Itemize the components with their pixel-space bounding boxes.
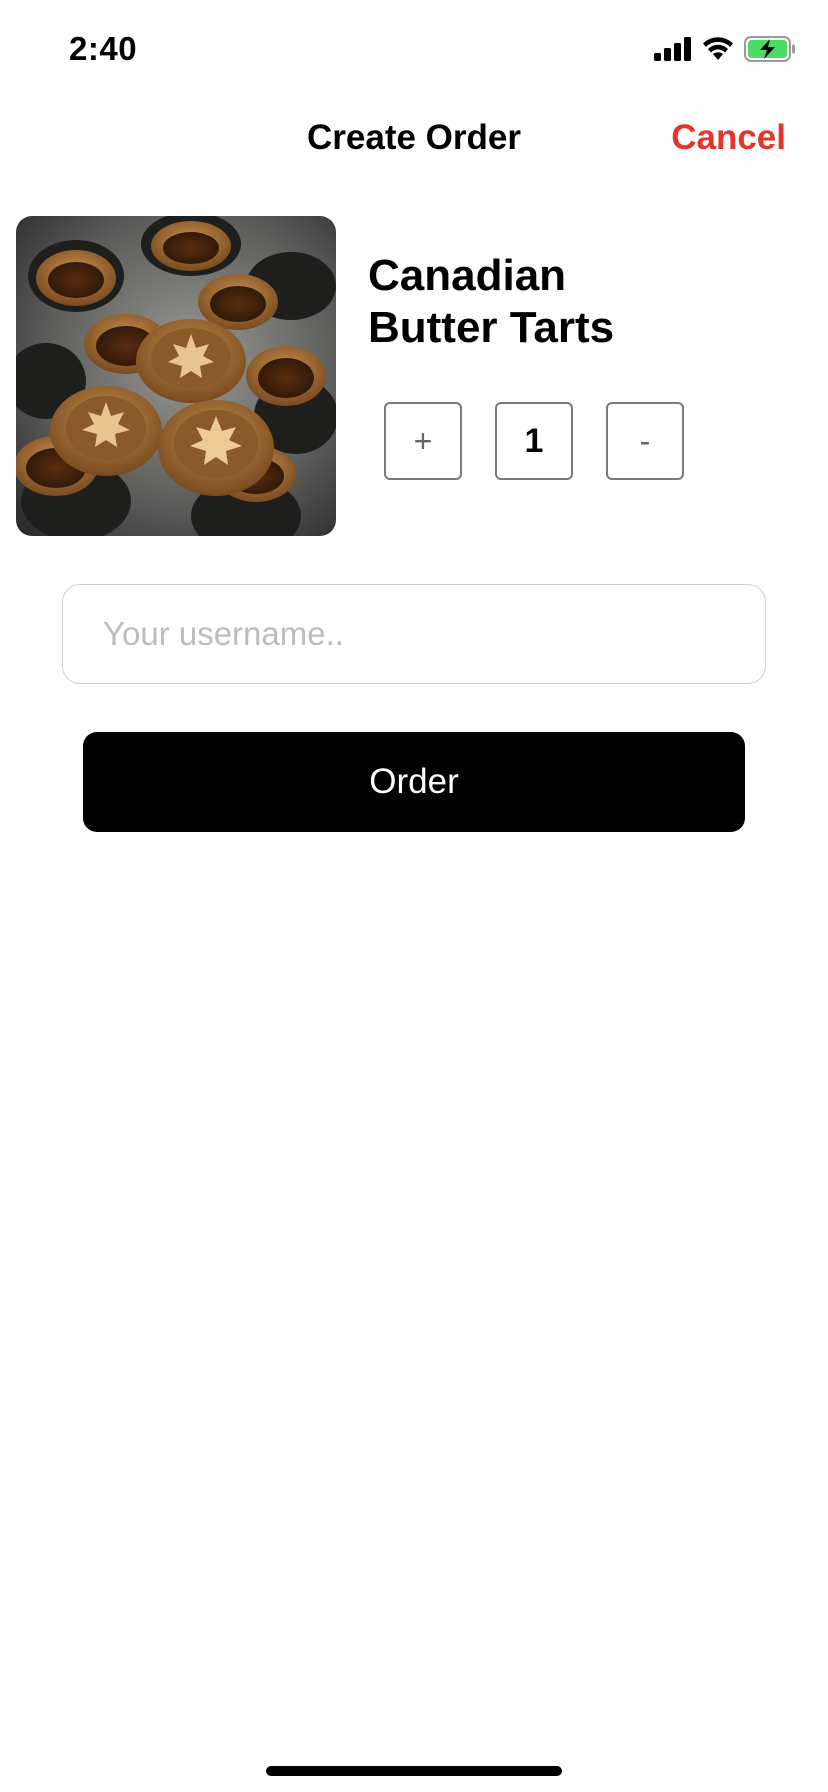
decrement-button[interactable]: - <box>606 402 684 480</box>
quantity-stepper: + 1 - <box>384 402 684 480</box>
battery-charging-icon <box>744 36 795 62</box>
status-time: 2:40 <box>69 30 138 67</box>
status-icons <box>654 34 796 64</box>
cancel-button[interactable]: Cancel <box>671 118 786 158</box>
product-image <box>16 216 336 536</box>
product-name-line2: Butter Tarts <box>368 303 615 352</box>
order-button[interactable]: Order <box>83 732 745 832</box>
quantity-value: 1 <box>495 402 573 480</box>
butter-tarts-photo <box>16 216 336 536</box>
increment-button[interactable]: + <box>384 402 462 480</box>
username-input[interactable] <box>62 584 766 684</box>
product-name: Canadian Butter Tarts <box>368 250 614 354</box>
home-indicator[interactable] <box>266 1766 562 1776</box>
product-name-line1: Canadian <box>368 251 567 300</box>
wifi-icon <box>703 37 733 60</box>
signal-icon <box>654 37 691 61</box>
create-order-screen: 2:40 Create Order Cancel Canadian Butter… <box>0 0 828 1792</box>
